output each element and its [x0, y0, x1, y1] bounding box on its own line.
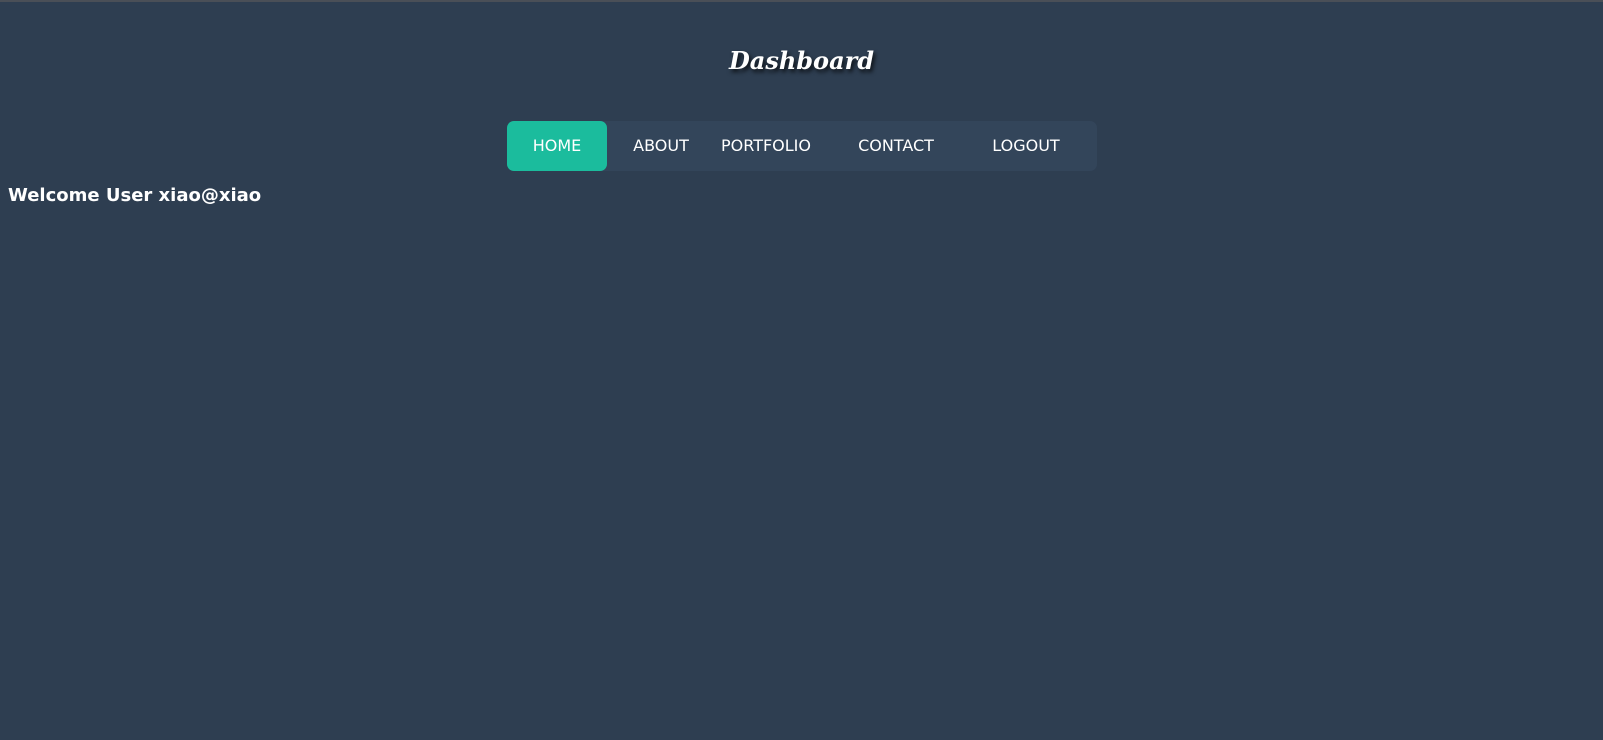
main-nav: HOME ABOUT PORTFOLIO CONTACT LOGOUT [507, 121, 1097, 171]
nav-item-about[interactable]: ABOUT [613, 121, 709, 171]
welcome-message: Welcome User xiao@xiao [8, 185, 262, 206]
page-title: Dashboard [728, 46, 875, 75]
nav-item-home[interactable]: HOME [507, 121, 607, 171]
nav-item-logout[interactable]: LOGOUT [976, 121, 1076, 171]
nav-item-contact[interactable]: CONTACT [836, 121, 956, 171]
nav-item-portfolio[interactable]: PORTFOLIO [711, 121, 821, 171]
